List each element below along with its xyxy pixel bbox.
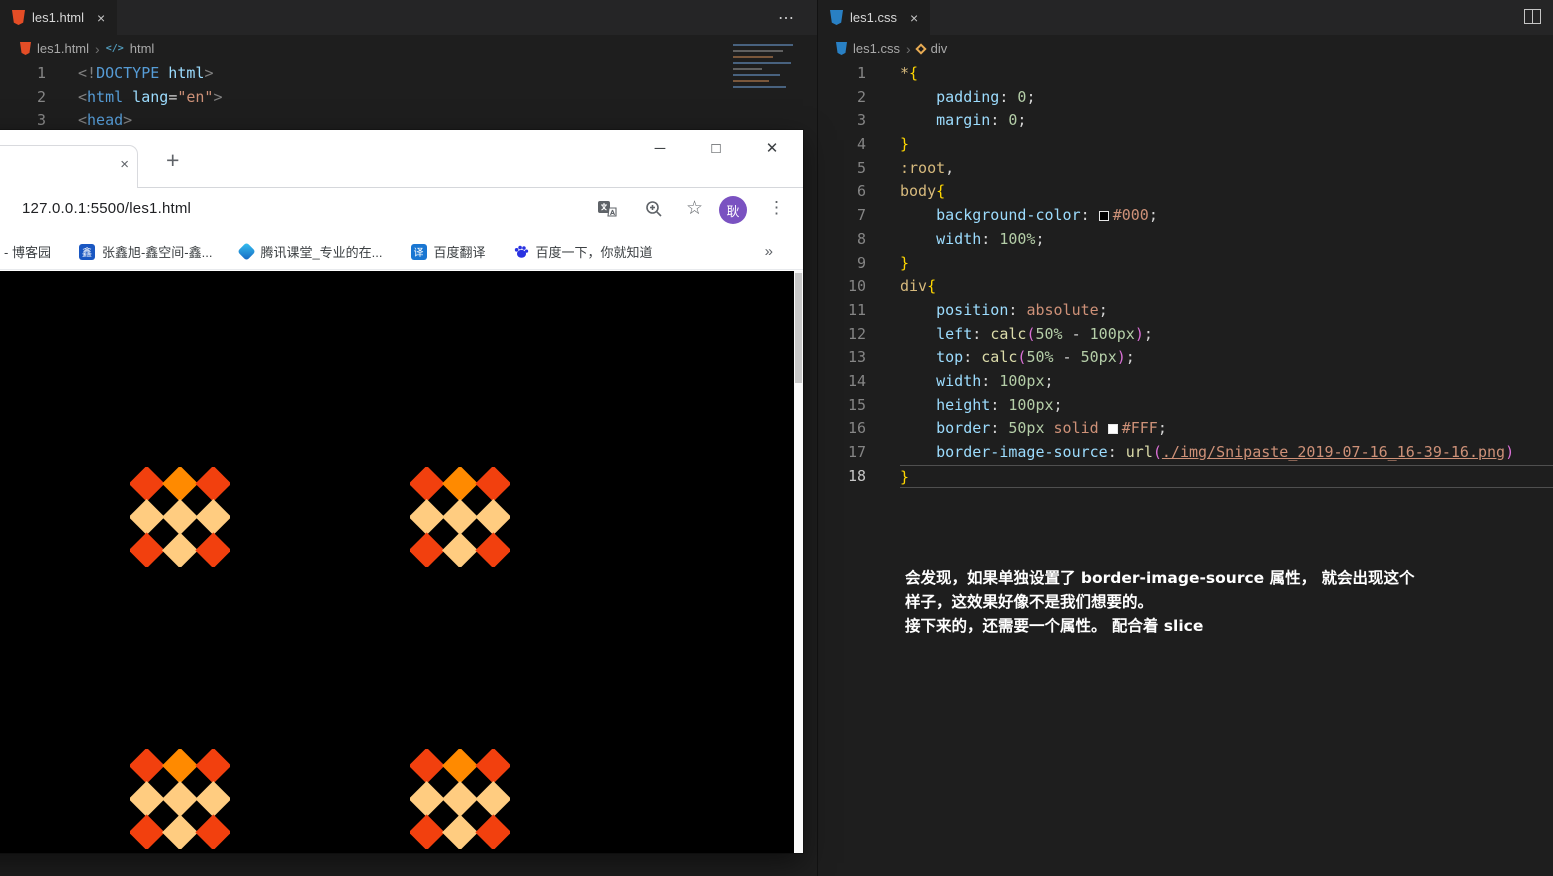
- html-file-icon: [12, 10, 25, 25]
- minimap[interactable]: [727, 40, 799, 132]
- zoom-icon[interactable]: [644, 199, 664, 224]
- left-tab-bar: les1.html × ⋯: [0, 0, 817, 35]
- bookmark-label: 百度一下，你就知道: [535, 245, 653, 260]
- code-line: 12 left: calc(50% - 100px);: [847, 324, 1153, 343]
- breadcrumb[interactable]: les1.html › </> html: [20, 35, 154, 62]
- favicon: [514, 244, 529, 259]
- bookmark-label: 张鑫旭-鑫空间-鑫...: [101, 245, 213, 260]
- note-line: 样子，这效果好像不是我们想要的。: [905, 593, 1154, 611]
- breadcrumb-symbol[interactable]: html: [130, 41, 155, 56]
- chevron-right-icon: ›: [95, 40, 100, 57]
- code-line: 16 border: 50px solid #FFF;: [847, 419, 1167, 438]
- tab-label: les1.css: [850, 10, 897, 25]
- favicon: 译: [410, 243, 427, 260]
- right-tab-bar: les1.css ×: [818, 0, 1553, 35]
- note-line: 会发现，如果单独设置了 border-image-source 属性， 就会出现…: [905, 569, 1415, 587]
- code-line: 11 position: absolute;: [847, 300, 1108, 319]
- symbol-div-icon: [914, 42, 927, 55]
- code-line: 8 width: 100%;: [856, 229, 1045, 248]
- code-line: 5:root,: [856, 158, 955, 177]
- css-code-editor[interactable]: 1 *{ 2 padding: 0; 3 margin: 0; 4} 5:root, 6 bo…: [818, 62, 1553, 489]
- code-line: 3 margin: 0;: [856, 111, 1027, 130]
- bookmark-item[interactable]: 鑫 张鑫旭-鑫空间-鑫...: [78, 242, 213, 261]
- code-line: 2 padding: 0;: [856, 87, 1036, 106]
- browser-menu-icon[interactable]: ⋮: [768, 198, 785, 218]
- code-line: 15 height: 100px;: [847, 395, 1063, 414]
- minimize-button[interactable]: ─: [643, 136, 677, 162]
- close-button[interactable]: ✕: [755, 136, 789, 162]
- border-image-corner: [410, 467, 510, 567]
- border-image-corner: [410, 749, 510, 849]
- chevron-right-icon: ›: [905, 40, 911, 57]
- bookmarks-bar: - 博客园 鑫 张鑫旭-鑫空间-鑫... 腾讯课堂_专业的在... 译 百度翻译…: [0, 234, 803, 270]
- border-image-corner: [130, 749, 230, 849]
- html-file-icon: [20, 42, 31, 55]
- address-bar[interactable]: ↻ 127.0.0.1:5500/les1.html ☆ 耿 ⋮: [0, 188, 803, 234]
- tab-les1-html[interactable]: les1.html ×: [0, 0, 118, 35]
- vscode-window: les1.html × ⋯ les1.html › </> html 1 <!DO…: [0, 0, 1553, 876]
- translate-icon[interactable]: [597, 199, 617, 224]
- note-line: 接下来的，还需要一个属性。 配合着 slice: [905, 617, 1204, 635]
- split-editor-icon[interactable]: [1524, 9, 1541, 24]
- more-actions-icon[interactable]: ⋯: [778, 8, 795, 28]
- code-line: 4}: [856, 135, 910, 154]
- url-text[interactable]: 127.0.0.1:5500/les1.html: [22, 200, 191, 217]
- breadcrumb-symbol[interactable]: div: [931, 41, 948, 56]
- bookmark-label: 腾讯课堂_专业的在...: [260, 245, 383, 260]
- breadcrumb-file[interactable]: les1.html: [37, 41, 89, 56]
- browser-titlebar[interactable]: × + ─ □ ✕: [0, 130, 803, 188]
- border-image-corner: [130, 467, 230, 567]
- maximize-button[interactable]: □: [699, 136, 733, 162]
- bookmark-star-icon[interactable]: ☆: [686, 197, 703, 220]
- breadcrumb-file[interactable]: les1.css: [853, 41, 900, 56]
- code-line: 9}: [856, 253, 910, 272]
- code-line: 14 width: 100px;: [847, 371, 1054, 390]
- bookmark-item[interactable]: 腾讯课堂_专业的在...: [237, 242, 383, 261]
- bookmarks-overflow-icon[interactable]: »: [765, 243, 773, 260]
- code-line: 7 background-color: #000;: [856, 206, 1158, 225]
- tab-close-icon[interactable]: ×: [120, 156, 129, 173]
- code-line: 10 div{: [847, 277, 937, 296]
- window-controls: ─ □ ✕: [643, 136, 789, 162]
- tab-label: les1.html: [32, 10, 85, 25]
- favicon: 鑫: [78, 243, 95, 260]
- bookmark-item[interactable]: - 博客园: [4, 242, 51, 261]
- bookmark-item[interactable]: 百度一下，你就知道: [514, 242, 653, 261]
- code-line: 1 <!DOCTYPE html>: [36, 64, 214, 82]
- favicon: [237, 242, 257, 261]
- browser-viewport[interactable]: [0, 271, 803, 853]
- css-file-icon: [830, 10, 843, 25]
- browser-tab[interactable]: ×: [0, 145, 138, 188]
- profile-avatar[interactable]: 耿: [719, 196, 747, 224]
- chrome-window: × + ─ □ ✕ ↻ 127.0.0.1:5500/les1.html ☆ 耿…: [0, 130, 803, 853]
- code-line: 1 *{: [856, 64, 919, 82]
- breadcrumb[interactable]: les1.css › div: [836, 35, 947, 62]
- bookmark-label: 百度翻译: [433, 245, 486, 260]
- code-line: 18}: [818, 464, 1553, 489]
- annotation-note: 会发现，如果单独设置了 border-image-source 属性， 就会出现…: [905, 566, 1414, 638]
- tab-les1-css[interactable]: les1.css ×: [818, 0, 931, 35]
- code-line: 17 border-image-source: url(./img/Snipas…: [847, 443, 1515, 461]
- symbol-html-icon: </>: [105, 43, 124, 54]
- close-tab-icon[interactable]: ×: [910, 10, 918, 26]
- close-tab-icon[interactable]: ×: [97, 10, 105, 26]
- bookmark-label: - 博客园: [4, 245, 51, 260]
- code-line: 6 body{: [856, 182, 946, 201]
- code-line: 2 <html lang="en">: [36, 87, 223, 106]
- html-code-editor[interactable]: 1 <!DOCTYPE html> 2 <html lang="en"> 3 <head>: [0, 62, 817, 133]
- css-file-icon: [836, 42, 847, 55]
- bookmark-item[interactable]: 译 百度翻译: [410, 242, 486, 261]
- page-scrollbar[interactable]: [794, 271, 803, 853]
- scrollbar-thumb[interactable]: [795, 273, 802, 383]
- code-line: 13 top: calc(50% - 50px);: [847, 348, 1135, 367]
- new-tab-button[interactable]: +: [166, 147, 179, 174]
